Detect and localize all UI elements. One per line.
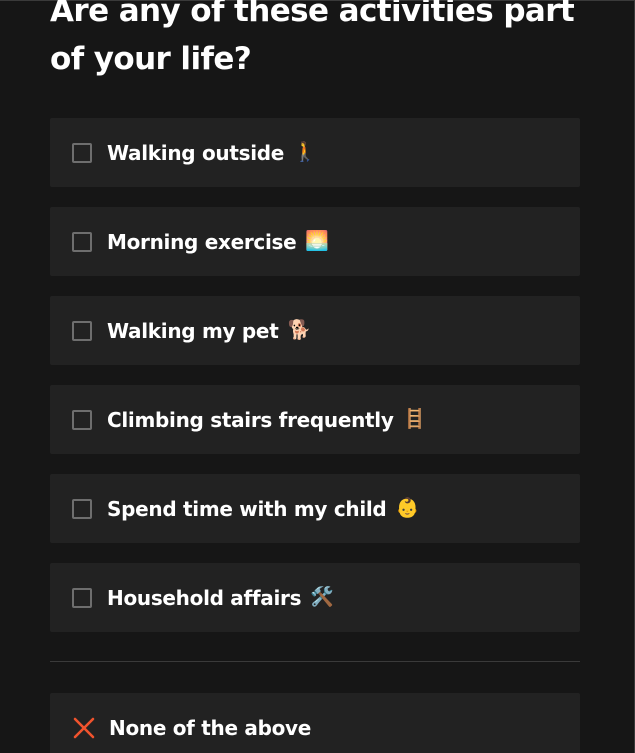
checkbox[interactable] (72, 320, 92, 341)
divider (50, 661, 580, 662)
option-label: Climbing stairs frequently (107, 407, 394, 432)
checkbox[interactable] (72, 231, 92, 252)
option-morning-exercise[interactable]: Morning exercise 🌅 (50, 207, 580, 276)
option-label: Household affairs (107, 585, 302, 610)
option-time-with-child[interactable]: Spend time with my child 👶 (50, 474, 580, 543)
person-walking-icon: 🚶 (293, 141, 317, 163)
ladder-icon: 🪜 (402, 408, 427, 430)
option-climbing-stairs[interactable]: Climbing stairs frequently 🪜 (50, 385, 580, 454)
option-label: Walking outside (107, 140, 285, 165)
page-frame: Are any of these activities part of your… (0, 0, 635, 753)
option-walking-my-pet[interactable]: Walking my pet 🐕 (50, 296, 580, 365)
cross-icon (72, 716, 96, 740)
options-list: Walking outside 🚶 Morning exercise 🌅 Wal… (50, 118, 580, 652)
dog-icon: 🐕 (287, 319, 312, 341)
option-household-affairs[interactable]: Household affairs 🛠️ (50, 563, 580, 632)
checkbox[interactable] (72, 409, 92, 430)
option-label: None of the above (109, 715, 312, 740)
checkbox[interactable] (72, 587, 92, 608)
tools-icon: 🛠️ (310, 586, 334, 608)
option-label: Morning exercise (107, 229, 297, 254)
checkbox[interactable] (72, 498, 92, 519)
sunrise-icon: 🌅 (305, 230, 330, 252)
question-title: Are any of these activities part of your… (50, 0, 575, 77)
baby-icon: 👶 (395, 497, 420, 519)
checkbox[interactable] (72, 142, 92, 163)
option-label: Spend time with my child (107, 496, 387, 521)
option-none-of-the-above[interactable]: None of the above (50, 693, 580, 753)
option-label: Walking my pet (107, 318, 279, 343)
option-walking-outside[interactable]: Walking outside 🚶 (50, 118, 580, 187)
